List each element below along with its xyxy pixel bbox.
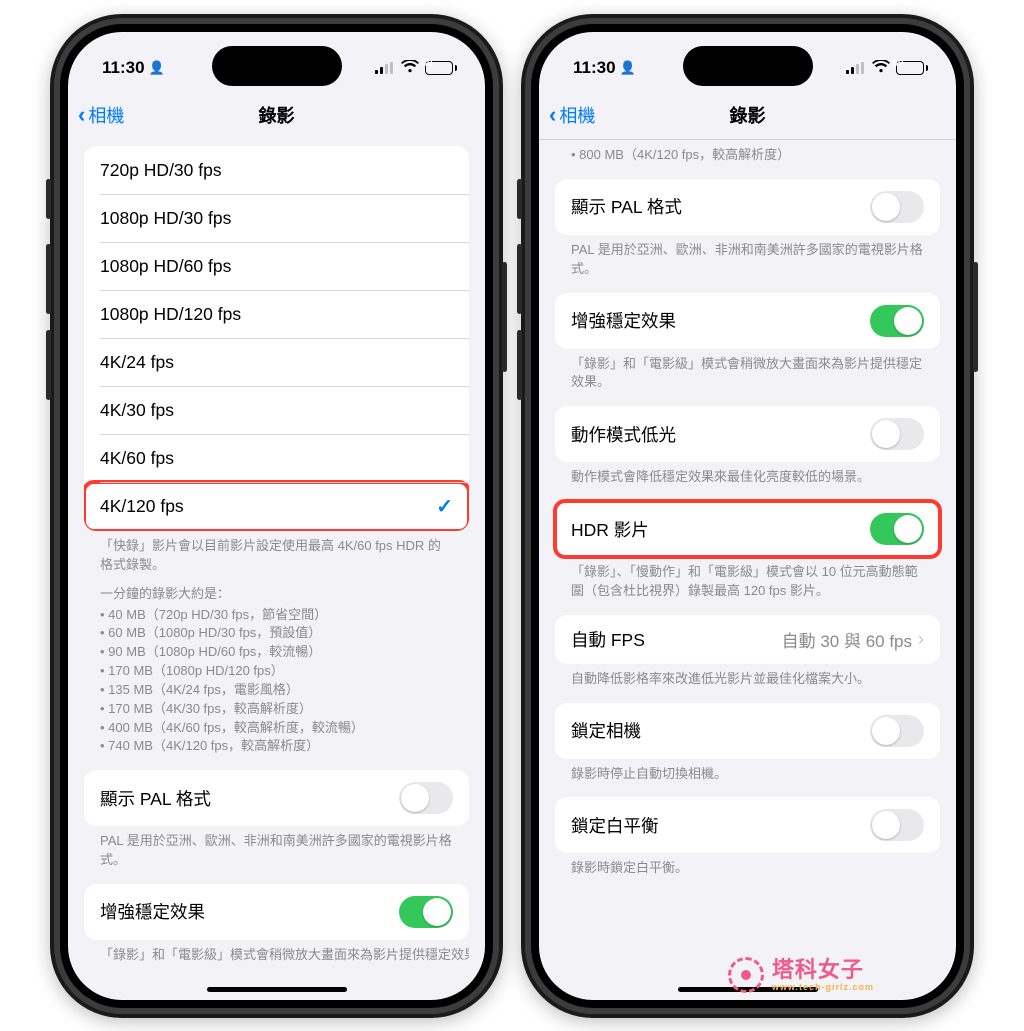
autofps-row[interactable]: 自動 FPS 自動 30 與 60 fps › bbox=[555, 615, 940, 664]
storage-footer-partial: x 800 MB（4K/120 fps，較高解析度） bbox=[555, 140, 940, 167]
autofps-value: 自動 30 與 60 fps bbox=[782, 627, 912, 652]
toggle-switch[interactable] bbox=[399, 896, 453, 928]
toggle-switch[interactable] bbox=[870, 513, 924, 545]
watermark-title: 塔科女子 bbox=[772, 959, 874, 981]
dynamic-island bbox=[212, 46, 342, 86]
pal-toggle-row[interactable]: 顯示 PAL 格式 bbox=[555, 179, 940, 235]
stabilization-footer: 「錄影」和「電影級」模式會稍微放大畫面來為影片提供穩定效果。 bbox=[555, 349, 940, 395]
pal-footer: PAL 是用於亞洲、歐洲、非洲和南美洲許多國家的電視影片格式。 bbox=[84, 826, 469, 872]
side-button bbox=[46, 179, 51, 219]
hdr-toggle-row[interactable]: HDR 影片 bbox=[555, 501, 940, 557]
pal-group: 顯示 PAL 格式 bbox=[84, 770, 469, 826]
volume-up-button bbox=[517, 244, 522, 314]
cellular-icon bbox=[846, 62, 866, 74]
lockwb-footer: 錄影時鎖定白平衡。 bbox=[555, 853, 940, 880]
cellular-icon bbox=[375, 62, 395, 74]
autofps-group: 自動 FPS 自動 30 與 60 fps › bbox=[555, 615, 940, 664]
lowlight-group: 動作模式低光 bbox=[555, 406, 940, 462]
settings-scroll[interactable]: 720p HD/30 fps 1080p HD/30 fps 1080p HD/… bbox=[68, 140, 485, 1000]
toggle-switch[interactable] bbox=[870, 715, 924, 747]
power-button bbox=[973, 262, 978, 372]
resolution-option[interactable]: 1080p HD/30 fps bbox=[84, 194, 469, 242]
back-label: 相機 bbox=[559, 102, 595, 128]
lockwb-toggle-row[interactable]: 鎖定白平衡 bbox=[555, 797, 940, 853]
lockcam-footer: 錄影時停止自動切換相機。 bbox=[555, 759, 940, 786]
phone-mockup-right: 11:30 👤 80 ‹ 相機 bbox=[521, 14, 974, 1018]
volume-down-button bbox=[517, 330, 522, 400]
resolution-option[interactable]: 720p HD/30 fps bbox=[84, 146, 469, 194]
resolution-option[interactable]: 1080p HD/60 fps bbox=[84, 242, 469, 290]
watermark-url: www.tech-girlz.com bbox=[772, 983, 874, 992]
stabilization-group: 增強穩定效果 bbox=[84, 884, 469, 940]
page-title: 錄影 bbox=[730, 102, 766, 128]
autofps-footer: 自動降低影格率來改進低光影片並最佳化檔案大小。 bbox=[555, 664, 940, 691]
stabilization-toggle-row[interactable]: 增強穩定效果 bbox=[555, 293, 940, 349]
chevron-left-icon: ‹ bbox=[78, 104, 85, 126]
pal-group: 顯示 PAL 格式 bbox=[555, 179, 940, 235]
toggle-switch[interactable] bbox=[870, 191, 924, 223]
checkmark-icon: ✓ bbox=[436, 494, 453, 519]
resolution-option-selected[interactable]: 4K/120 fps ✓ bbox=[84, 482, 469, 531]
toggle-switch[interactable] bbox=[870, 305, 924, 337]
page-title: 錄影 bbox=[259, 102, 295, 128]
side-button bbox=[517, 179, 522, 219]
lockwb-group: 鎖定白平衡 bbox=[555, 797, 940, 853]
back-label: 相機 bbox=[88, 102, 124, 128]
battery-icon: 80 bbox=[896, 61, 928, 75]
battery-icon: 80 bbox=[425, 61, 457, 75]
status-time: 11:30 bbox=[102, 58, 145, 78]
watermark-logo-icon bbox=[728, 957, 764, 993]
resolution-option[interactable]: 1080p HD/120 fps bbox=[84, 290, 469, 338]
back-button[interactable]: ‹ 相機 bbox=[549, 90, 595, 139]
wifi-icon bbox=[401, 60, 419, 76]
watermark: 塔科女子 www.tech-girlz.com bbox=[728, 957, 874, 993]
resolution-group: 720p HD/30 fps 1080p HD/30 fps 1080p HD/… bbox=[84, 146, 469, 531]
toggle-switch[interactable] bbox=[870, 809, 924, 841]
stabilization-toggle-row[interactable]: 增強穩定效果 bbox=[84, 884, 469, 940]
settings-scroll[interactable]: x 800 MB（4K/120 fps，較高解析度） 顯示 PAL 格式 PAL… bbox=[539, 140, 956, 1000]
chevron-right-icon: › bbox=[918, 629, 924, 650]
stabilization-group: 增強穩定效果 bbox=[555, 293, 940, 349]
dynamic-island bbox=[683, 46, 813, 86]
wifi-icon bbox=[872, 60, 890, 76]
volume-up-button bbox=[46, 244, 51, 314]
back-button[interactable]: ‹ 相機 bbox=[78, 90, 124, 139]
nav-header: ‹ 相機 錄影 bbox=[539, 90, 956, 140]
toggle-switch[interactable] bbox=[399, 782, 453, 814]
home-indicator[interactable] bbox=[207, 987, 347, 992]
stabilization-footer: 「錄影」和「電影級」模式會稍微放大畫面來為影片提供穩定效果。 bbox=[84, 940, 469, 967]
hdr-group: HDR 影片 bbox=[555, 501, 940, 557]
lowlight-toggle-row[interactable]: 動作模式低光 bbox=[555, 406, 940, 462]
resolution-option[interactable]: 4K/24 fps bbox=[84, 338, 469, 386]
toggle-switch[interactable] bbox=[870, 418, 924, 450]
pal-toggle-row[interactable]: 顯示 PAL 格式 bbox=[84, 770, 469, 826]
volume-down-button bbox=[46, 330, 51, 400]
hdr-footer: 「錄影」、「慢動作」和「電影級」模式會以 10 位元高動態範圍（包含杜比視界）錄… bbox=[555, 557, 940, 603]
phone-mockup-left: 11:30 👤 80 ‹ 相機 bbox=[50, 14, 503, 1018]
chevron-left-icon: ‹ bbox=[549, 104, 556, 126]
lockcam-group: 鎖定相機 bbox=[555, 703, 940, 759]
lowlight-footer: 動作模式會降低穩定效果來最佳化亮度較低的場景。 bbox=[555, 462, 940, 489]
nav-header: ‹ 相機 錄影 bbox=[68, 90, 485, 140]
status-time: 11:30 bbox=[573, 58, 616, 78]
resolution-footer: 「快錄」影片會以目前影片設定使用最高 4K/60 fps HDR 的格式錄製。 … bbox=[84, 531, 469, 758]
lockcam-toggle-row[interactable]: 鎖定相機 bbox=[555, 703, 940, 759]
resolution-option[interactable]: 4K/30 fps bbox=[84, 386, 469, 434]
person-icon: 👤 bbox=[149, 60, 165, 76]
person-icon: 👤 bbox=[620, 60, 636, 76]
resolution-option[interactable]: 4K/60 fps bbox=[84, 434, 469, 482]
pal-footer: PAL 是用於亞洲、歐洲、非洲和南美洲許多國家的電視影片格式。 bbox=[555, 235, 940, 281]
power-button bbox=[502, 262, 507, 372]
